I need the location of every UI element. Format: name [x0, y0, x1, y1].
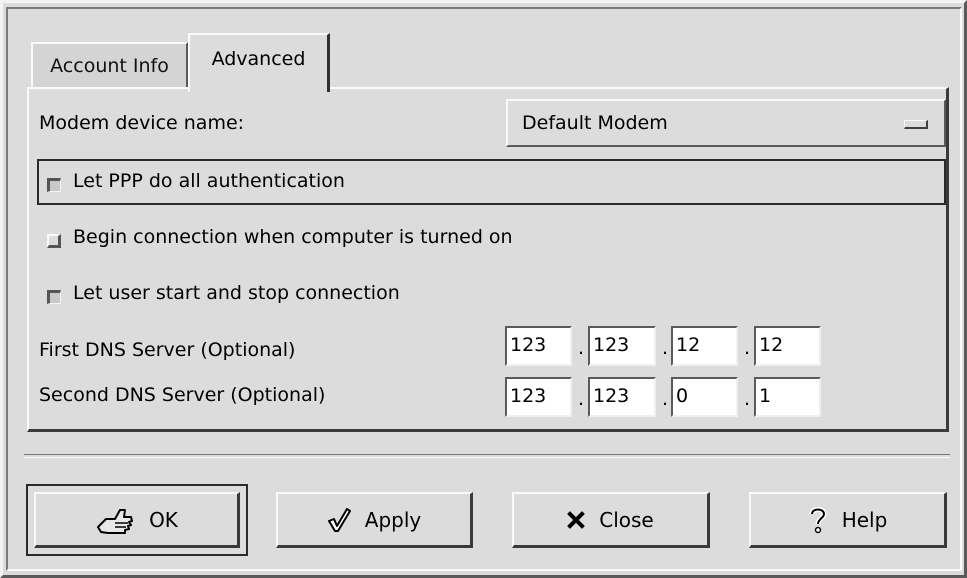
- begin-on-boot-label[interactable]: Begin connection when computer is turned…: [73, 226, 513, 248]
- user-control-label[interactable]: Let user start and stop connection: [73, 282, 400, 304]
- hand-pointer-icon: [95, 504, 135, 536]
- first-dns-label: First DNS Server (Optional): [39, 339, 296, 361]
- tab-account-info-label: Account Info: [50, 55, 169, 77]
- begin-on-boot-checkbox[interactable]: [47, 234, 61, 248]
- button-separator: [24, 454, 950, 458]
- second-dns-dot-1: .: [578, 388, 585, 410]
- ok-button-label: OK: [149, 507, 178, 532]
- close-button[interactable]: Close: [512, 492, 710, 548]
- x-close-icon: [567, 510, 586, 529]
- help-button-label: Help: [841, 507, 888, 532]
- second-dns-label: Second DNS Server (Optional): [39, 384, 326, 406]
- first-dns-octet-3[interactable]: 12: [671, 326, 738, 366]
- first-dns-octet-2[interactable]: 123: [588, 326, 656, 366]
- user-control-checkbox[interactable]: [47, 290, 61, 304]
- second-dns-octet-3[interactable]: 0: [671, 377, 738, 417]
- modem-device-value: Default Modem: [522, 112, 668, 134]
- second-dns-octet-2[interactable]: 123: [588, 377, 656, 417]
- ppp-auth-label[interactable]: Let PPP do all authentication: [73, 170, 345, 192]
- tab-advanced-label: Advanced: [211, 47, 306, 70]
- first-dns-dot-1: .: [578, 337, 585, 359]
- first-dns-octet-4[interactable]: 12: [754, 326, 821, 366]
- second-dns-octet-1[interactable]: 123: [505, 377, 572, 417]
- first-dns-dot-3: .: [744, 337, 751, 359]
- help-button[interactable]: Help: [749, 492, 947, 548]
- modem-device-label: Modem device name:: [39, 112, 245, 134]
- close-button-label: Close: [599, 507, 654, 532]
- second-dns-dot-3: .: [744, 388, 751, 410]
- question-mark-icon: [808, 506, 828, 534]
- checkmark-icon: [327, 507, 351, 533]
- ok-button[interactable]: OK: [34, 492, 240, 548]
- apply-button-label: Apply: [364, 507, 422, 532]
- modem-device-select[interactable]: Default Modem: [506, 99, 946, 147]
- apply-button[interactable]: Apply: [276, 492, 473, 548]
- second-dns-dot-2: .: [662, 388, 669, 410]
- tab-advanced[interactable]: Advanced: [188, 33, 330, 92]
- option-menu-indicator-icon: [904, 120, 928, 129]
- first-dns-octet-1[interactable]: 123: [505, 326, 572, 366]
- second-dns-octet-4[interactable]: 1: [754, 377, 821, 417]
- ppp-auth-checkbox[interactable]: [47, 178, 61, 192]
- first-dns-dot-2: .: [662, 337, 669, 359]
- tab-account-info[interactable]: Account Info: [31, 42, 188, 88]
